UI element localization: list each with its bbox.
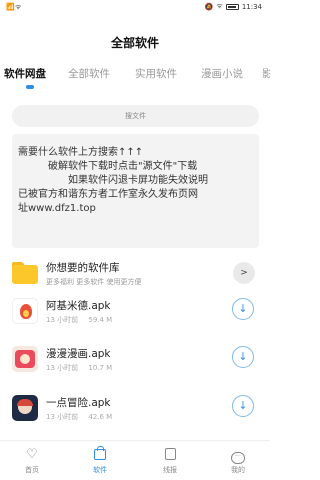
tab-comics-novels[interactable]: 漫画小说 bbox=[201, 66, 243, 81]
file-time: 13 小时前 bbox=[46, 364, 79, 372]
file-item[interactable]: 阿基米德.apk 13 小时前 59.4 M ↓ bbox=[0, 298, 270, 342]
shopping-bag-icon bbox=[80, 446, 120, 462]
file-size: 10.7 M bbox=[88, 364, 113, 372]
app-icon-manga bbox=[12, 346, 38, 372]
app-icon-archimedes bbox=[12, 298, 38, 324]
signal-indicators: 📶 ᯤ bbox=[6, 3, 21, 12]
nav-label: 首页 bbox=[25, 466, 39, 474]
file-meta: 13 小时前 42.6 M bbox=[46, 412, 120, 422]
file-time: 13 小时前 bbox=[46, 316, 79, 324]
file-size: 42.6 M bbox=[88, 413, 113, 421]
notice-line: 如果软件闪退卡屏功能失效说明 bbox=[68, 175, 208, 186]
library-title: 你想要的软件库 bbox=[46, 262, 120, 274]
file-meta: 13 小时前 59.4 M bbox=[46, 315, 120, 325]
status-bar: 📶 ᯤ 🔕 ᯤ 11:34 bbox=[0, 0, 270, 14]
battery-icon bbox=[225, 3, 239, 10]
category-tabs: 软件网盘 全部软件 实用软件 漫画小说 影 bbox=[0, 66, 270, 90]
nav-software[interactable]: 软件 bbox=[80, 446, 120, 475]
tab-video[interactable]: 影 bbox=[262, 66, 270, 81]
nav-label: 我的 bbox=[231, 466, 245, 474]
nav-label: 线报 bbox=[163, 466, 177, 474]
file-item[interactable]: 漫漫漫画.apk 13 小时前 10.7 M ↓ bbox=[0, 346, 270, 390]
tab-utility-software[interactable]: 实用软件 bbox=[135, 66, 177, 81]
wifi-icon: ᯤ bbox=[216, 2, 223, 10]
tab-all-software[interactable]: 全部软件 bbox=[68, 66, 110, 81]
chat-bubble-icon: ··· bbox=[218, 447, 258, 464]
app-icon-adventure bbox=[12, 395, 38, 421]
notice-line: 址www.dfz1.top bbox=[18, 203, 96, 214]
file-item[interactable]: 一点冒险.apk 13 小时前 42.6 M ↓ bbox=[0, 395, 270, 439]
notice-board: 需要什么软件上方搜索↑↑↑ 破解软件下载时点击"源文件"下载 如果软件闪退卡屏功… bbox=[12, 134, 259, 248]
software-library-entry[interactable]: 你想要的软件库 更多福利 更多软件 使用更方便 > bbox=[0, 258, 270, 290]
download-icon[interactable]: ↓ bbox=[232, 395, 254, 417]
file-name: 一点冒险.apk bbox=[46, 397, 111, 409]
download-icon[interactable]: ↓ bbox=[232, 346, 254, 368]
search-input[interactable]: 搜文件 bbox=[12, 105, 259, 127]
file-meta: 13 小时前 10.7 M bbox=[46, 363, 120, 373]
folder-icon bbox=[12, 262, 38, 284]
file-size: 59.4 M bbox=[88, 316, 113, 324]
tab-indicator bbox=[26, 85, 34, 89]
file-name: 阿基米德.apk bbox=[46, 300, 111, 312]
bottom-nav: ♡ 首页 软件 线报 ··· 我的 bbox=[0, 440, 270, 480]
nav-label: 软件 bbox=[93, 466, 107, 474]
mute-icon: 🔕 bbox=[204, 2, 214, 11]
page-title: 全部软件 bbox=[110, 36, 159, 50]
book-icon bbox=[150, 447, 190, 462]
status-right: 🔕 ᯤ 11:34 bbox=[205, 2, 262, 11]
file-time: 13 小时前 bbox=[46, 413, 79, 421]
clock: 11:34 bbox=[241, 2, 262, 11]
heart-icon: ♡ bbox=[26, 447, 38, 462]
notice-line: 需要什么软件上方搜索↑↑↑ bbox=[18, 147, 144, 158]
signal-icon: 📶 ᯤ bbox=[6, 3, 21, 11]
tab-software-drive[interactable]: 软件网盘 bbox=[4, 66, 46, 81]
nav-profile[interactable]: ··· 我的 bbox=[218, 447, 258, 475]
library-subtitle: 更多福利 更多软件 使用更方便 bbox=[46, 278, 142, 286]
chevron-right-icon[interactable]: > bbox=[233, 262, 255, 284]
notice-line: 已被官方和谐东方者工作室永久发布页网 bbox=[18, 189, 198, 200]
download-icon[interactable]: ↓ bbox=[232, 298, 254, 320]
nav-deals[interactable]: 线报 bbox=[150, 447, 190, 475]
nav-home[interactable]: ♡ 首页 bbox=[12, 447, 52, 475]
notice-line: 破解软件下载时点击"源文件"下载 bbox=[48, 161, 198, 172]
file-name: 漫漫漫画.apk bbox=[46, 348, 111, 360]
